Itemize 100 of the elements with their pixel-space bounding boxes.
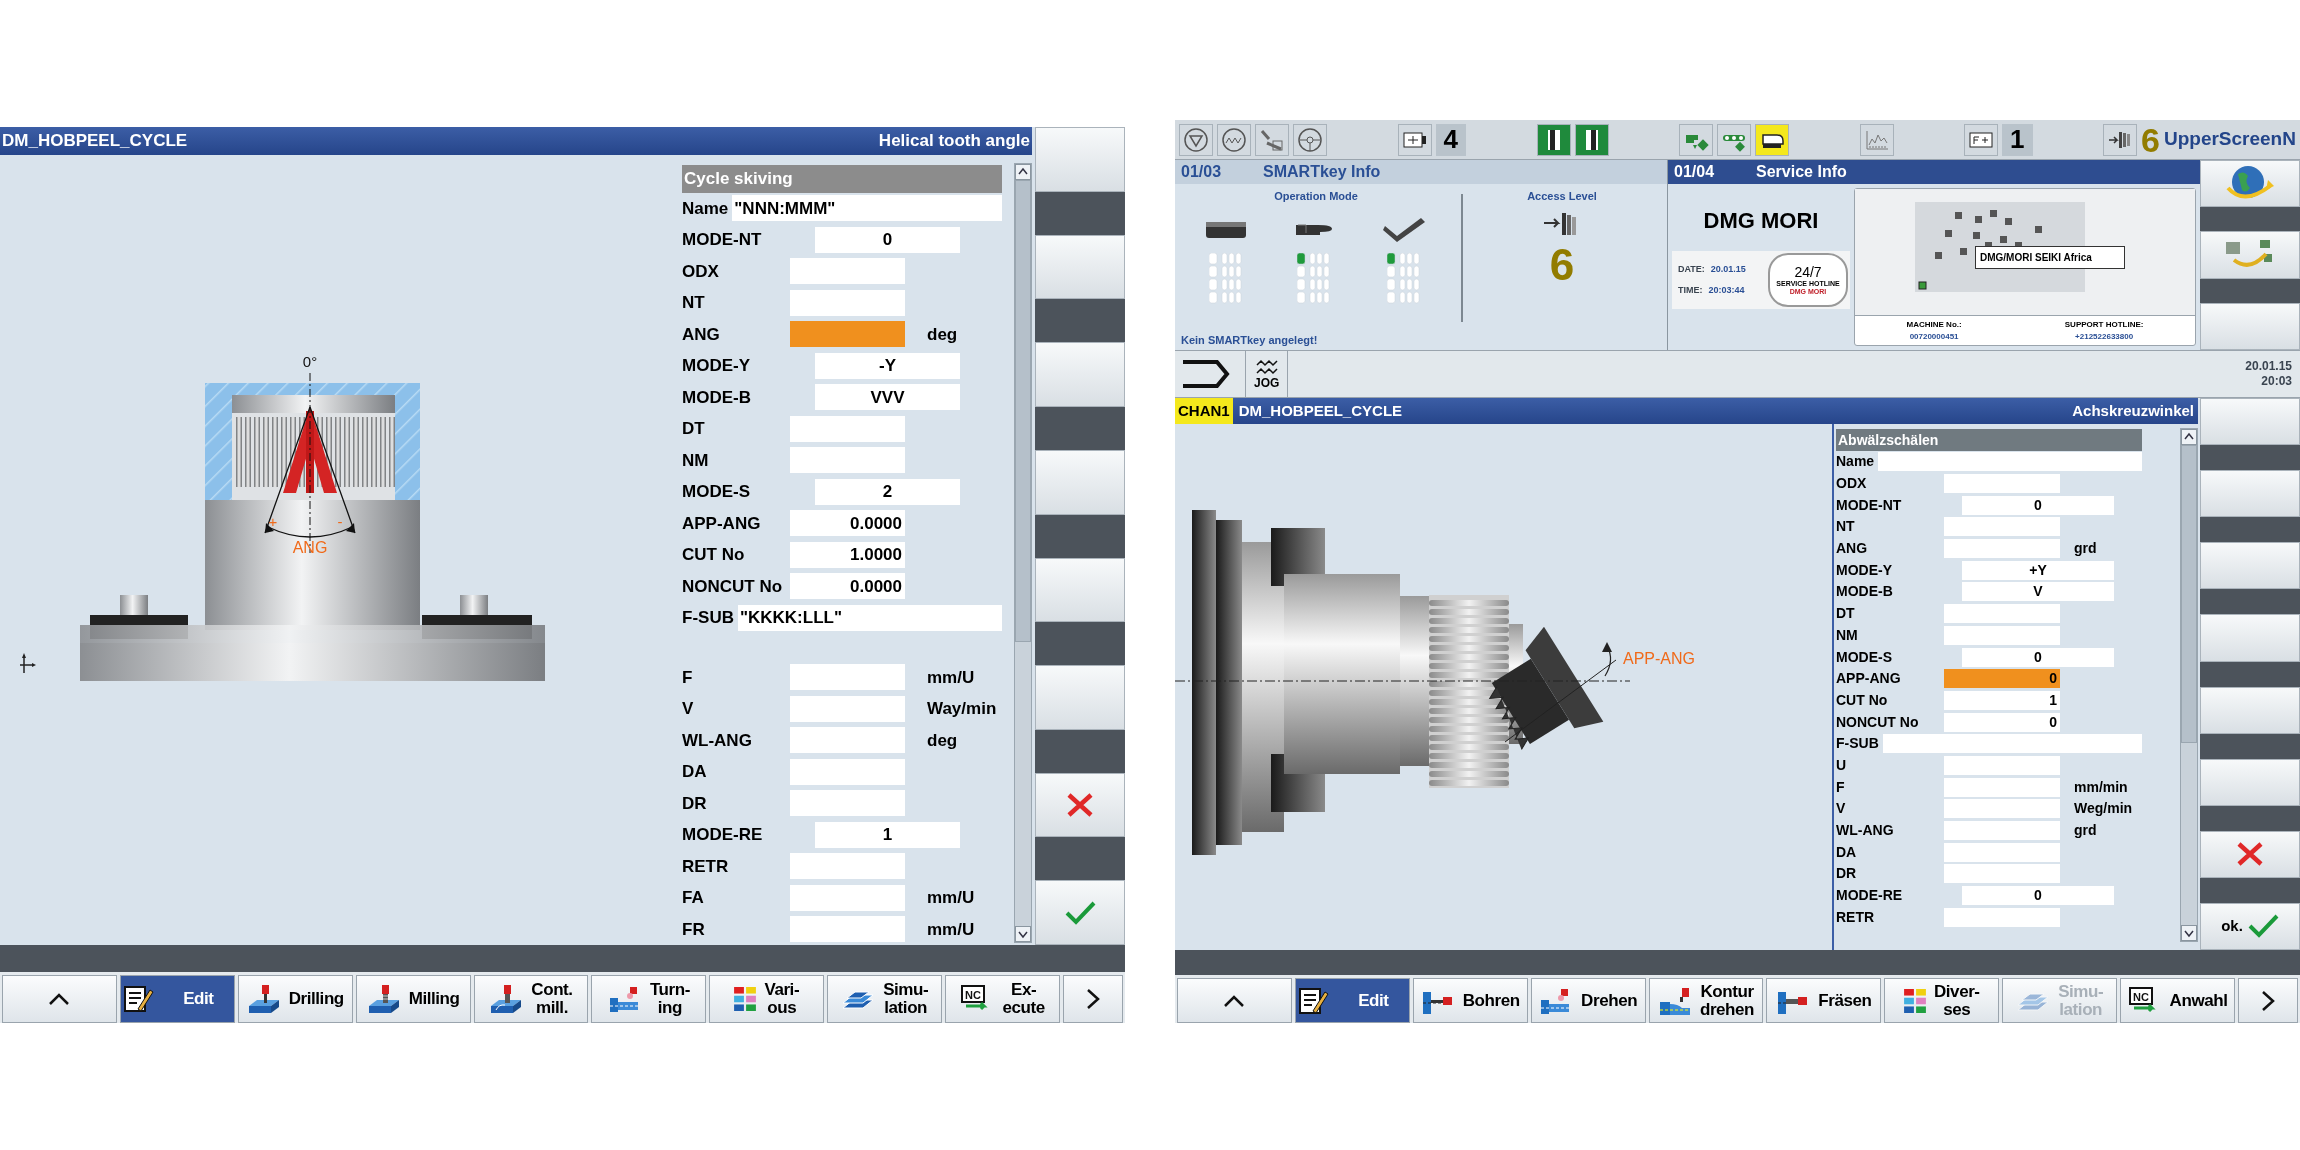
input-field[interactable] [790, 258, 905, 285]
softkey-button[interactable]: Edit [1294, 978, 1410, 1023]
input-field[interactable] [790, 884, 905, 911]
side-softkey[interactable] [2200, 302, 2300, 350]
scrollbar[interactable] [2180, 428, 2198, 942]
input-field[interactable] [790, 727, 905, 754]
softkey-button[interactable]: Cont. mill. [473, 975, 589, 1023]
side-softkey[interactable] [2200, 542, 2300, 590]
unit-label: deg [927, 323, 958, 346]
input-field[interactable] [1944, 517, 2060, 537]
input-field[interactable] [790, 695, 905, 722]
network-button[interactable] [2200, 231, 2300, 279]
input-field[interactable] [790, 321, 905, 348]
input-field[interactable]: 1 [1944, 690, 2060, 710]
input-field[interactable] [790, 790, 905, 817]
ok-button[interactable] [1035, 880, 1125, 945]
softkey-button[interactable]: NC Anwahl [2120, 978, 2235, 1023]
softkey-button[interactable]: NC Ex- ecute [945, 975, 1060, 1023]
field-label: Name [682, 197, 730, 220]
input-field[interactable] [1878, 452, 2142, 472]
softkey-button[interactable]: Edit [119, 975, 235, 1023]
softkey-button[interactable]: Kontur drehen [1648, 978, 1764, 1023]
input-field[interactable]: 0 [1944, 712, 2060, 732]
toggle-field[interactable]: VVV [815, 384, 960, 411]
toggle-field[interactable]: 0 [1962, 495, 2114, 515]
softkey-button[interactable]: Drilling [237, 975, 353, 1023]
field-label: NONCUT No [682, 575, 784, 598]
input-field[interactable]: 1.0000 [790, 541, 905, 568]
window-title: DM_HOBPEEL_CYCLE [2, 130, 188, 152]
softkey-button[interactable]: Simu- lation [827, 975, 943, 1023]
input-field[interactable] [1944, 625, 2060, 645]
counter-value: 1 [2002, 123, 2033, 156]
field-label: WL-ANG [1836, 821, 1895, 841]
input-field[interactable] [1944, 539, 2060, 559]
toggle-field[interactable]: +Y [1962, 560, 2114, 580]
softkey-button[interactable]: Bohren [1412, 978, 1528, 1023]
input-field[interactable] [1944, 799, 2060, 819]
input-field[interactable] [790, 758, 905, 785]
side-softkey[interactable] [2200, 398, 2300, 446]
field-label: RETR [1836, 907, 1876, 927]
input-field[interactable] [1882, 734, 2142, 754]
scroll-up-button[interactable] [1177, 978, 1292, 1023]
side-softkey[interactable] [1035, 557, 1125, 623]
caret-up-icon [1223, 993, 1246, 1008]
toggle-field[interactable]: 2 [815, 478, 960, 505]
toggle-field[interactable]: 0 [1962, 647, 2114, 667]
softkey-button[interactable]: Turn- ing [591, 975, 707, 1023]
toggle-field[interactable]: -Y [815, 352, 960, 379]
field-label: APP-ANG [1836, 669, 1902, 689]
input-field[interactable]: 0 [1944, 669, 2060, 689]
input-field[interactable] [790, 447, 905, 474]
input-field[interactable] [1944, 474, 2060, 494]
input-field[interactable]: "KKKK:LLL" [737, 604, 1002, 631]
softkey-button[interactable]: Fräsen [1766, 978, 1882, 1023]
field-label: RETR [682, 855, 730, 878]
more-button[interactable] [1063, 975, 1123, 1023]
unit-label: deg [927, 729, 958, 752]
scroll-thumb[interactable] [2181, 445, 2197, 743]
side-softkey[interactable] [2200, 686, 2300, 734]
globe-button[interactable] [2200, 160, 2300, 208]
more-button[interactable] [2238, 978, 2298, 1023]
toggle-field[interactable]: 0 [1962, 886, 2114, 906]
input-field[interactable] [1944, 864, 2060, 884]
input-field[interactable] [1944, 907, 2060, 927]
channel-badge: CHAN1 [1175, 398, 1233, 424]
input-field[interactable] [1944, 755, 2060, 775]
cancel-button[interactable] [1035, 772, 1125, 838]
input-field[interactable]: 0.0000 [790, 573, 905, 600]
input-field[interactable] [790, 664, 905, 691]
input-field[interactable] [790, 289, 905, 316]
side-softkey[interactable] [2200, 470, 2300, 518]
input-field[interactable] [1944, 604, 2060, 624]
toggle-field[interactable]: 1 [815, 821, 960, 848]
toggle-field[interactable]: 0 [815, 226, 960, 253]
cancel-button[interactable] [2200, 830, 2300, 878]
scroll-down-icon [2181, 925, 2197, 941]
toggle-field[interactable]: V [1962, 582, 2114, 602]
status-message: Kein SMARTkey angelegt! [1181, 332, 1319, 348]
input-field[interactable] [790, 415, 905, 442]
input-field[interactable] [1944, 842, 2060, 862]
input-field[interactable] [790, 853, 905, 880]
field-label: FR [682, 918, 706, 941]
scroll-down-icon [1015, 925, 1031, 942]
time-label: TIME: [1678, 284, 1703, 297]
softkey-button[interactable]: Vari- ous [709, 975, 825, 1023]
softkey-button[interactable]: Drehen [1530, 978, 1646, 1023]
scroll-thumb[interactable] [1015, 179, 1031, 642]
side-softkey[interactable] [1035, 234, 1125, 300]
side-softkey[interactable] [2200, 758, 2300, 806]
softkey-button[interactable]: Diver- ses [1884, 978, 2000, 1023]
input-field[interactable]: 0.0000 [790, 510, 905, 537]
input-field[interactable] [1944, 821, 2060, 841]
input-field[interactable] [1944, 777, 2060, 797]
scroll-up-button[interactable] [2, 975, 117, 1023]
checkmark-icon [1382, 216, 1427, 243]
scrollbar[interactable] [1014, 162, 1032, 943]
input-field[interactable]: "NNN:MMM" [732, 195, 1002, 222]
softkey-button[interactable]: Milling [355, 975, 471, 1023]
input-field[interactable] [790, 916, 905, 943]
ok-button[interactable]: ok. [2200, 902, 2300, 950]
